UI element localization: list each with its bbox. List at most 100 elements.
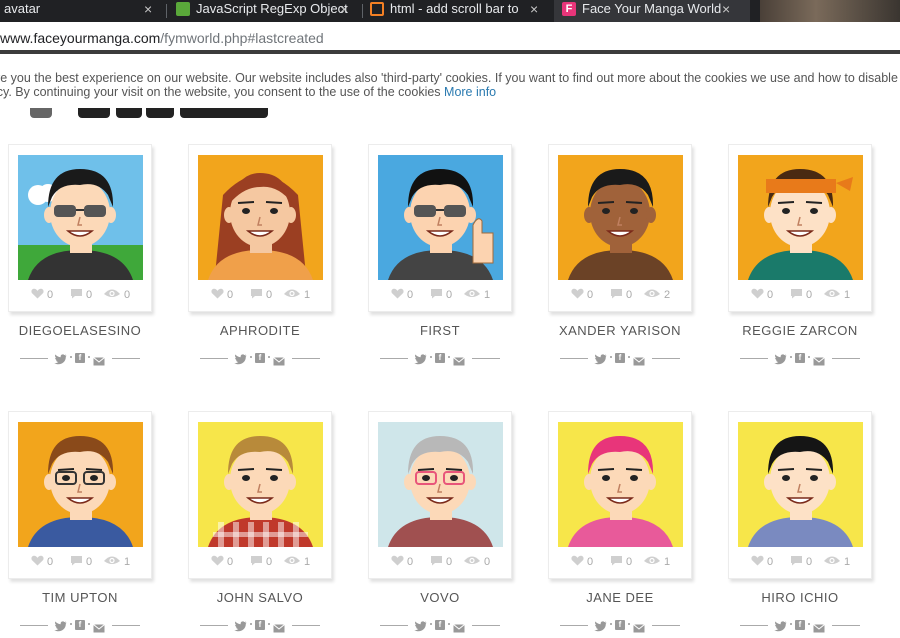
twitter-icon[interactable] (54, 619, 67, 632)
likes-stat[interactable]: 0 (751, 555, 773, 569)
avatar-image[interactable] (198, 155, 323, 280)
comments-stat[interactable]: 0 (250, 288, 272, 302)
comments-stat[interactable]: 0 (70, 288, 92, 302)
facebook-icon[interactable]: f (435, 353, 445, 363)
twitter-icon[interactable] (414, 352, 427, 365)
comment-icon (790, 555, 803, 569)
tab-javascript-regexp[interactable]: JavaScript RegExp Object × (172, 0, 358, 22)
tab-title: JavaScript RegExp Object (196, 1, 348, 16)
avatar-name[interactable]: TIM UPTON (0, 590, 172, 605)
close-icon[interactable]: × (722, 0, 730, 18)
mail-icon[interactable] (273, 353, 285, 366)
comment-icon (790, 288, 803, 302)
mail-icon[interactable] (633, 353, 645, 366)
comments-stat[interactable]: 0 (610, 288, 632, 302)
mail-icon[interactable] (453, 353, 465, 366)
twitter-icon[interactable] (774, 352, 787, 365)
facebook-icon[interactable]: f (75, 353, 85, 363)
avatar-image[interactable] (558, 155, 683, 280)
avatar-image[interactable] (18, 155, 143, 280)
separator-dot (268, 623, 270, 625)
avatar-stats: 0 0 1 (729, 288, 873, 304)
mail-icon[interactable] (633, 620, 645, 633)
twitter-icon[interactable] (234, 352, 247, 365)
share-row: f (8, 351, 152, 366)
likes-stat[interactable]: 0 (391, 288, 413, 302)
url-text[interactable]: www.faceyourmanga.com/fymworld.php#lastc… (0, 30, 324, 46)
comments-stat[interactable]: 0 (430, 555, 452, 569)
facebook-icon[interactable]: f (615, 620, 625, 630)
likes-stat[interactable]: 0 (571, 555, 593, 569)
tab-avatar[interactable]: avatar × (0, 0, 160, 22)
close-icon[interactable]: × (530, 0, 538, 18)
avatar-image[interactable] (198, 422, 323, 547)
avatar-frame: 0 0 1 (548, 411, 692, 579)
facebook-icon[interactable]: f (795, 353, 805, 363)
avatar-image[interactable] (18, 422, 143, 547)
cookie-text-line1: ve you the best experience on our websit… (0, 71, 898, 85)
comments-stat[interactable]: 0 (250, 555, 272, 569)
avatar-name[interactable]: VOVO (348, 590, 532, 605)
comments-stat[interactable]: 0 (430, 288, 452, 302)
comments-stat[interactable]: 0 (610, 555, 632, 569)
avatar-image[interactable] (738, 422, 863, 547)
comments-stat[interactable]: 0 (70, 555, 92, 569)
facebook-icon[interactable]: f (795, 620, 805, 630)
avatar-image[interactable] (378, 155, 503, 280)
comments-stat[interactable]: 0 (790, 555, 812, 569)
avatar-name[interactable]: JOHN SALVO (168, 590, 352, 605)
avatar-name[interactable]: HIRO ICHIO (708, 590, 892, 605)
divider-line (832, 358, 860, 359)
twitter-icon[interactable] (594, 619, 607, 632)
mail-icon[interactable] (93, 353, 105, 366)
mail-icon[interactable] (453, 620, 465, 633)
avatar-name[interactable]: DIEGOELASESINO (0, 323, 172, 338)
views-stat: 1 (643, 555, 670, 569)
likes-stat[interactable]: 0 (31, 288, 53, 302)
likes-stat[interactable]: 0 (211, 288, 233, 302)
likes-stat[interactable]: 0 (571, 288, 593, 302)
likes-count: 0 (767, 289, 774, 301)
twitter-icon[interactable] (234, 619, 247, 632)
facebook-icon[interactable]: f (615, 353, 625, 363)
avatar-image[interactable] (378, 422, 503, 547)
facebook-icon[interactable]: f (75, 620, 85, 630)
avatar-image[interactable] (738, 155, 863, 280)
close-icon[interactable]: × (144, 0, 152, 18)
facebook-icon[interactable]: f (435, 620, 445, 630)
share-row: f (188, 618, 332, 633)
mail-icon[interactable] (93, 620, 105, 633)
twitter-icon[interactable] (774, 619, 787, 632)
views-count: 1 (844, 289, 851, 301)
close-icon[interactable]: × (340, 0, 348, 18)
mail-icon[interactable] (813, 620, 825, 633)
tab-html-scroll[interactable]: html - add scroll bar to t × (366, 0, 546, 22)
avatar-stats: 0 0 2 (549, 288, 693, 304)
likes-stat[interactable]: 0 (211, 555, 233, 569)
mail-icon[interactable] (813, 353, 825, 366)
mail-icon[interactable] (273, 620, 285, 633)
likes-stat[interactable]: 0 (751, 288, 773, 302)
avatar-name[interactable]: FIRST (348, 323, 532, 338)
heart-icon (391, 555, 404, 569)
avatar-name[interactable]: REGGIE ZARCON (708, 323, 892, 338)
twitter-icon[interactable] (414, 619, 427, 632)
more-info-link[interactable]: More info (444, 85, 496, 99)
twitter-icon[interactable] (594, 352, 607, 365)
facebook-icon[interactable]: f (255, 353, 265, 363)
facebook-icon[interactable]: f (255, 620, 265, 630)
likes-stat[interactable]: 0 (391, 555, 413, 569)
avatar-name[interactable]: XANDER YARISON (528, 323, 712, 338)
avatar-image[interactable] (558, 422, 683, 547)
avatar-stats: 0 0 1 (729, 555, 873, 571)
address-bar[interactable]: www.faceyourmanga.com/fymworld.php#lastc… (0, 22, 900, 54)
comments-stat[interactable]: 0 (790, 288, 812, 302)
avatar-name[interactable]: APHRODITE (168, 323, 352, 338)
twitter-icon[interactable] (54, 352, 67, 365)
avatar-frame: 0 0 0 (8, 144, 152, 312)
avatar-name[interactable]: JANE DEE (528, 590, 712, 605)
heart-icon (571, 288, 584, 302)
tab-face-your-manga[interactable]: F Face Your Manga World × (554, 0, 750, 22)
likes-stat[interactable]: 0 (31, 555, 53, 569)
views-stat: 0 (463, 555, 490, 569)
